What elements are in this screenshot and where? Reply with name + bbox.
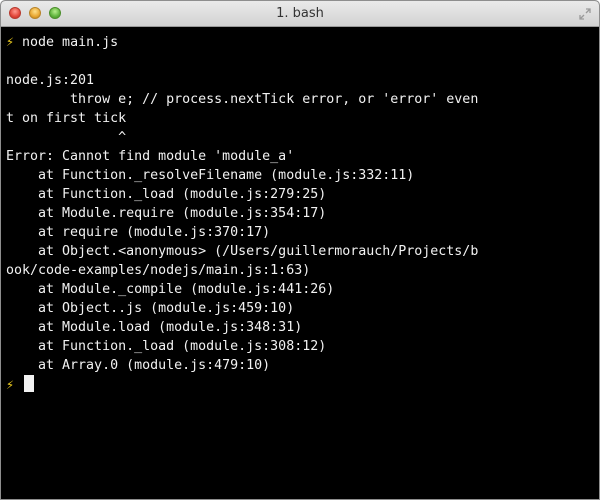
text-cursor: [24, 375, 35, 392]
prompt-bolt-icon: ⚡: [6, 35, 15, 50]
terminal-window: 1. bash ⚡ node main.js node.js:201 throw…: [0, 0, 600, 500]
output-line: ^: [6, 130, 127, 145]
output-block: node.js:201 throw e; // process.nextTick…: [6, 52, 599, 375]
output-line: t on first tick: [6, 111, 127, 126]
output-line: at Module.load (module.js:348:31): [6, 320, 303, 335]
window-title: 1. bash: [276, 6, 324, 21]
output-line: Error: Cannot find module 'module_a': [6, 149, 295, 164]
output-line: node.js:201: [6, 73, 95, 88]
output-line: at Object..js (module.js:459:10): [6, 301, 295, 316]
output-line: at Function._load (module.js:308:12): [6, 339, 327, 354]
output-line: at require (module.js:370:17): [6, 225, 271, 240]
active-prompt-bolt-icon: ⚡: [6, 378, 15, 393]
terminal-output[interactable]: ⚡ node main.js node.js:201 throw e; // p…: [1, 27, 599, 499]
output-line: at Object.<anonymous> (/Users/guillermor…: [6, 244, 479, 259]
title-bar[interactable]: 1. bash: [1, 1, 599, 27]
output-line: throw e; // process.nextTick error, or '…: [6, 92, 479, 107]
output-line: at Module._compile (module.js:441:26): [6, 282, 335, 297]
command-text: node main.js: [22, 35, 119, 50]
command-line: ⚡ node main.js: [6, 33, 599, 52]
output-line: at Array.0 (module.js:479:10): [6, 358, 271, 373]
fullscreen-icon[interactable]: [578, 7, 592, 21]
output-line: at Function._load (module.js:279:25): [6, 187, 327, 202]
output-line: ook/code-examples/nodejs/main.js:1:63): [6, 263, 311, 278]
output-line: at Module.require (module.js:354:17): [6, 206, 327, 221]
output-line: at Function._resolveFilename (module.js:…: [6, 168, 415, 183]
active-prompt-line: ⚡: [6, 375, 599, 394]
